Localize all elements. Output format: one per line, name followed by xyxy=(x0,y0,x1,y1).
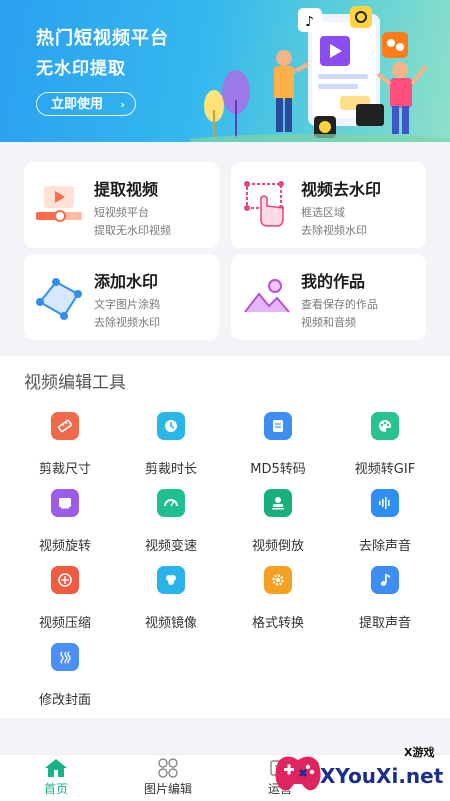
tool-compress[interactable]: 视频压缩 xyxy=(15,566,115,636)
gear-icon xyxy=(264,566,292,594)
tool-label: MD5转码 xyxy=(250,462,306,477)
document-icon xyxy=(264,412,292,440)
music-note-icon xyxy=(371,566,399,594)
feature-cards: 提取视频 短视频平台 提取无水印视频 视频去水印 框选区域 去除视频水印 添加水… xyxy=(0,142,450,356)
nav-label: 图片编辑 xyxy=(143,782,192,796)
card-title: 我的作品 xyxy=(301,272,366,291)
tool-mirror[interactable]: 视频镜像 xyxy=(121,566,221,636)
tool-md5[interactable]: MD5转码 xyxy=(228,412,328,482)
tool-video-to-gif[interactable]: 视频转GIF xyxy=(335,412,435,482)
nav-label: 首页 xyxy=(43,782,68,796)
ruler-icon xyxy=(51,412,79,440)
use-now-button[interactable]: 立即使用 › xyxy=(36,92,136,116)
card-desc: 视频和音频 xyxy=(301,316,356,329)
tool-label: 提取声音 xyxy=(358,616,411,631)
tool-label: 视频转GIF xyxy=(354,462,416,477)
home-icon xyxy=(45,759,67,777)
tool-label: 视频压缩 xyxy=(38,616,91,631)
tool-edit-cover[interactable]: 修改封面 xyxy=(15,643,115,713)
image-edit-icon xyxy=(158,758,178,778)
card-desc: 去除视频水印 xyxy=(94,316,160,329)
tool-label: 剪裁时长 xyxy=(144,462,197,477)
card-remove-watermark[interactable]: 视频去水印 框选区域 去除视频水印 xyxy=(231,162,426,248)
card-title: 提取视频 xyxy=(94,180,159,199)
card-add-watermark[interactable]: 添加水印 文字图片涂鸦 去除视频水印 xyxy=(24,254,219,340)
tool-label: 格式转换 xyxy=(251,616,304,631)
nav-image-edit[interactable]: 图片编辑 xyxy=(112,755,224,801)
mirror-icon xyxy=(157,566,185,594)
card-desc: 查看保存的作品 xyxy=(301,298,378,311)
add-watermark-icon xyxy=(36,278,82,320)
card-extract-video[interactable]: 提取视频 短视频平台 提取无水印视频 xyxy=(24,162,219,248)
tool-reverse[interactable]: 视频倒放 xyxy=(228,489,328,559)
tool-format-convert[interactable]: 格式转换 xyxy=(228,566,328,636)
tool-crop-duration[interactable]: 剪裁时长 xyxy=(121,412,221,482)
tool-remove-audio[interactable]: 去除声音 xyxy=(335,489,435,559)
use-now-label: 立即使用 xyxy=(51,97,104,112)
card-desc: 提取无水印视频 xyxy=(94,224,171,237)
watermark-site-text: XYouXi.net xyxy=(320,764,444,788)
card-title: 添加水印 xyxy=(94,272,159,291)
tool-label: 去除声音 xyxy=(358,539,411,554)
tool-label: 修改封面 xyxy=(38,693,91,708)
select-area-icon xyxy=(244,181,284,227)
section-title: 视频编辑工具 xyxy=(24,373,126,393)
tool-label: 视频镜像 xyxy=(144,616,197,631)
cover-icon xyxy=(51,643,79,671)
tool-label: 视频变速 xyxy=(144,539,197,554)
nav-home[interactable]: 首页 xyxy=(0,755,112,801)
speedometer-icon xyxy=(157,489,185,517)
banner-illustration: ♪ xyxy=(190,6,450,142)
card-desc: 去除视频水印 xyxy=(301,224,367,237)
card-desc: 短视频平台 xyxy=(94,206,149,219)
tool-label: 剪裁尺寸 xyxy=(38,462,91,477)
palette-icon xyxy=(371,412,399,440)
gamepad-logo-icon xyxy=(275,756,321,791)
site-watermark: XYouXi.net X游戏 xyxy=(272,734,450,800)
stamp-icon xyxy=(264,489,292,517)
video-extract-icon xyxy=(36,186,82,222)
my-works-icon xyxy=(244,279,290,313)
chevron-right-icon: › xyxy=(120,98,125,111)
clock-icon xyxy=(157,412,185,440)
banner-subtitle: 无水印提取 xyxy=(36,59,126,79)
tool-speed[interactable]: 视频变速 xyxy=(121,489,221,559)
tool-rotate[interactable]: 视频旋转 xyxy=(15,489,115,559)
watermark-cn-text: X游戏 xyxy=(404,746,435,759)
card-title: 视频去水印 xyxy=(301,180,382,199)
rotate-icon xyxy=(51,489,79,517)
video-edit-tools: 视频编辑工具 剪裁尺寸 剪裁时长 MD5转码 视频转GIF 视频旋转 视频变速 … xyxy=(0,356,450,718)
svg-text:♪: ♪ xyxy=(305,14,314,30)
tool-crop-size[interactable]: 剪裁尺寸 xyxy=(15,412,115,482)
card-desc: 框选区域 xyxy=(301,206,345,219)
compress-icon xyxy=(51,566,79,594)
soundwave-icon xyxy=(371,489,399,517)
card-desc: 文字图片涂鸦 xyxy=(94,298,160,311)
banner-title: 热门短视频平台 xyxy=(36,28,169,49)
tool-label: 视频旋转 xyxy=(38,539,91,554)
card-my-works[interactable]: 我的作品 查看保存的作品 视频和音频 xyxy=(231,254,426,340)
promo-banner[interactable]: 热门短视频平台 无水印提取 立即使用 › ♪ xyxy=(0,0,450,142)
tool-extract-audio[interactable]: 提取声音 xyxy=(335,566,435,636)
tool-label: 视频倒放 xyxy=(251,539,304,554)
